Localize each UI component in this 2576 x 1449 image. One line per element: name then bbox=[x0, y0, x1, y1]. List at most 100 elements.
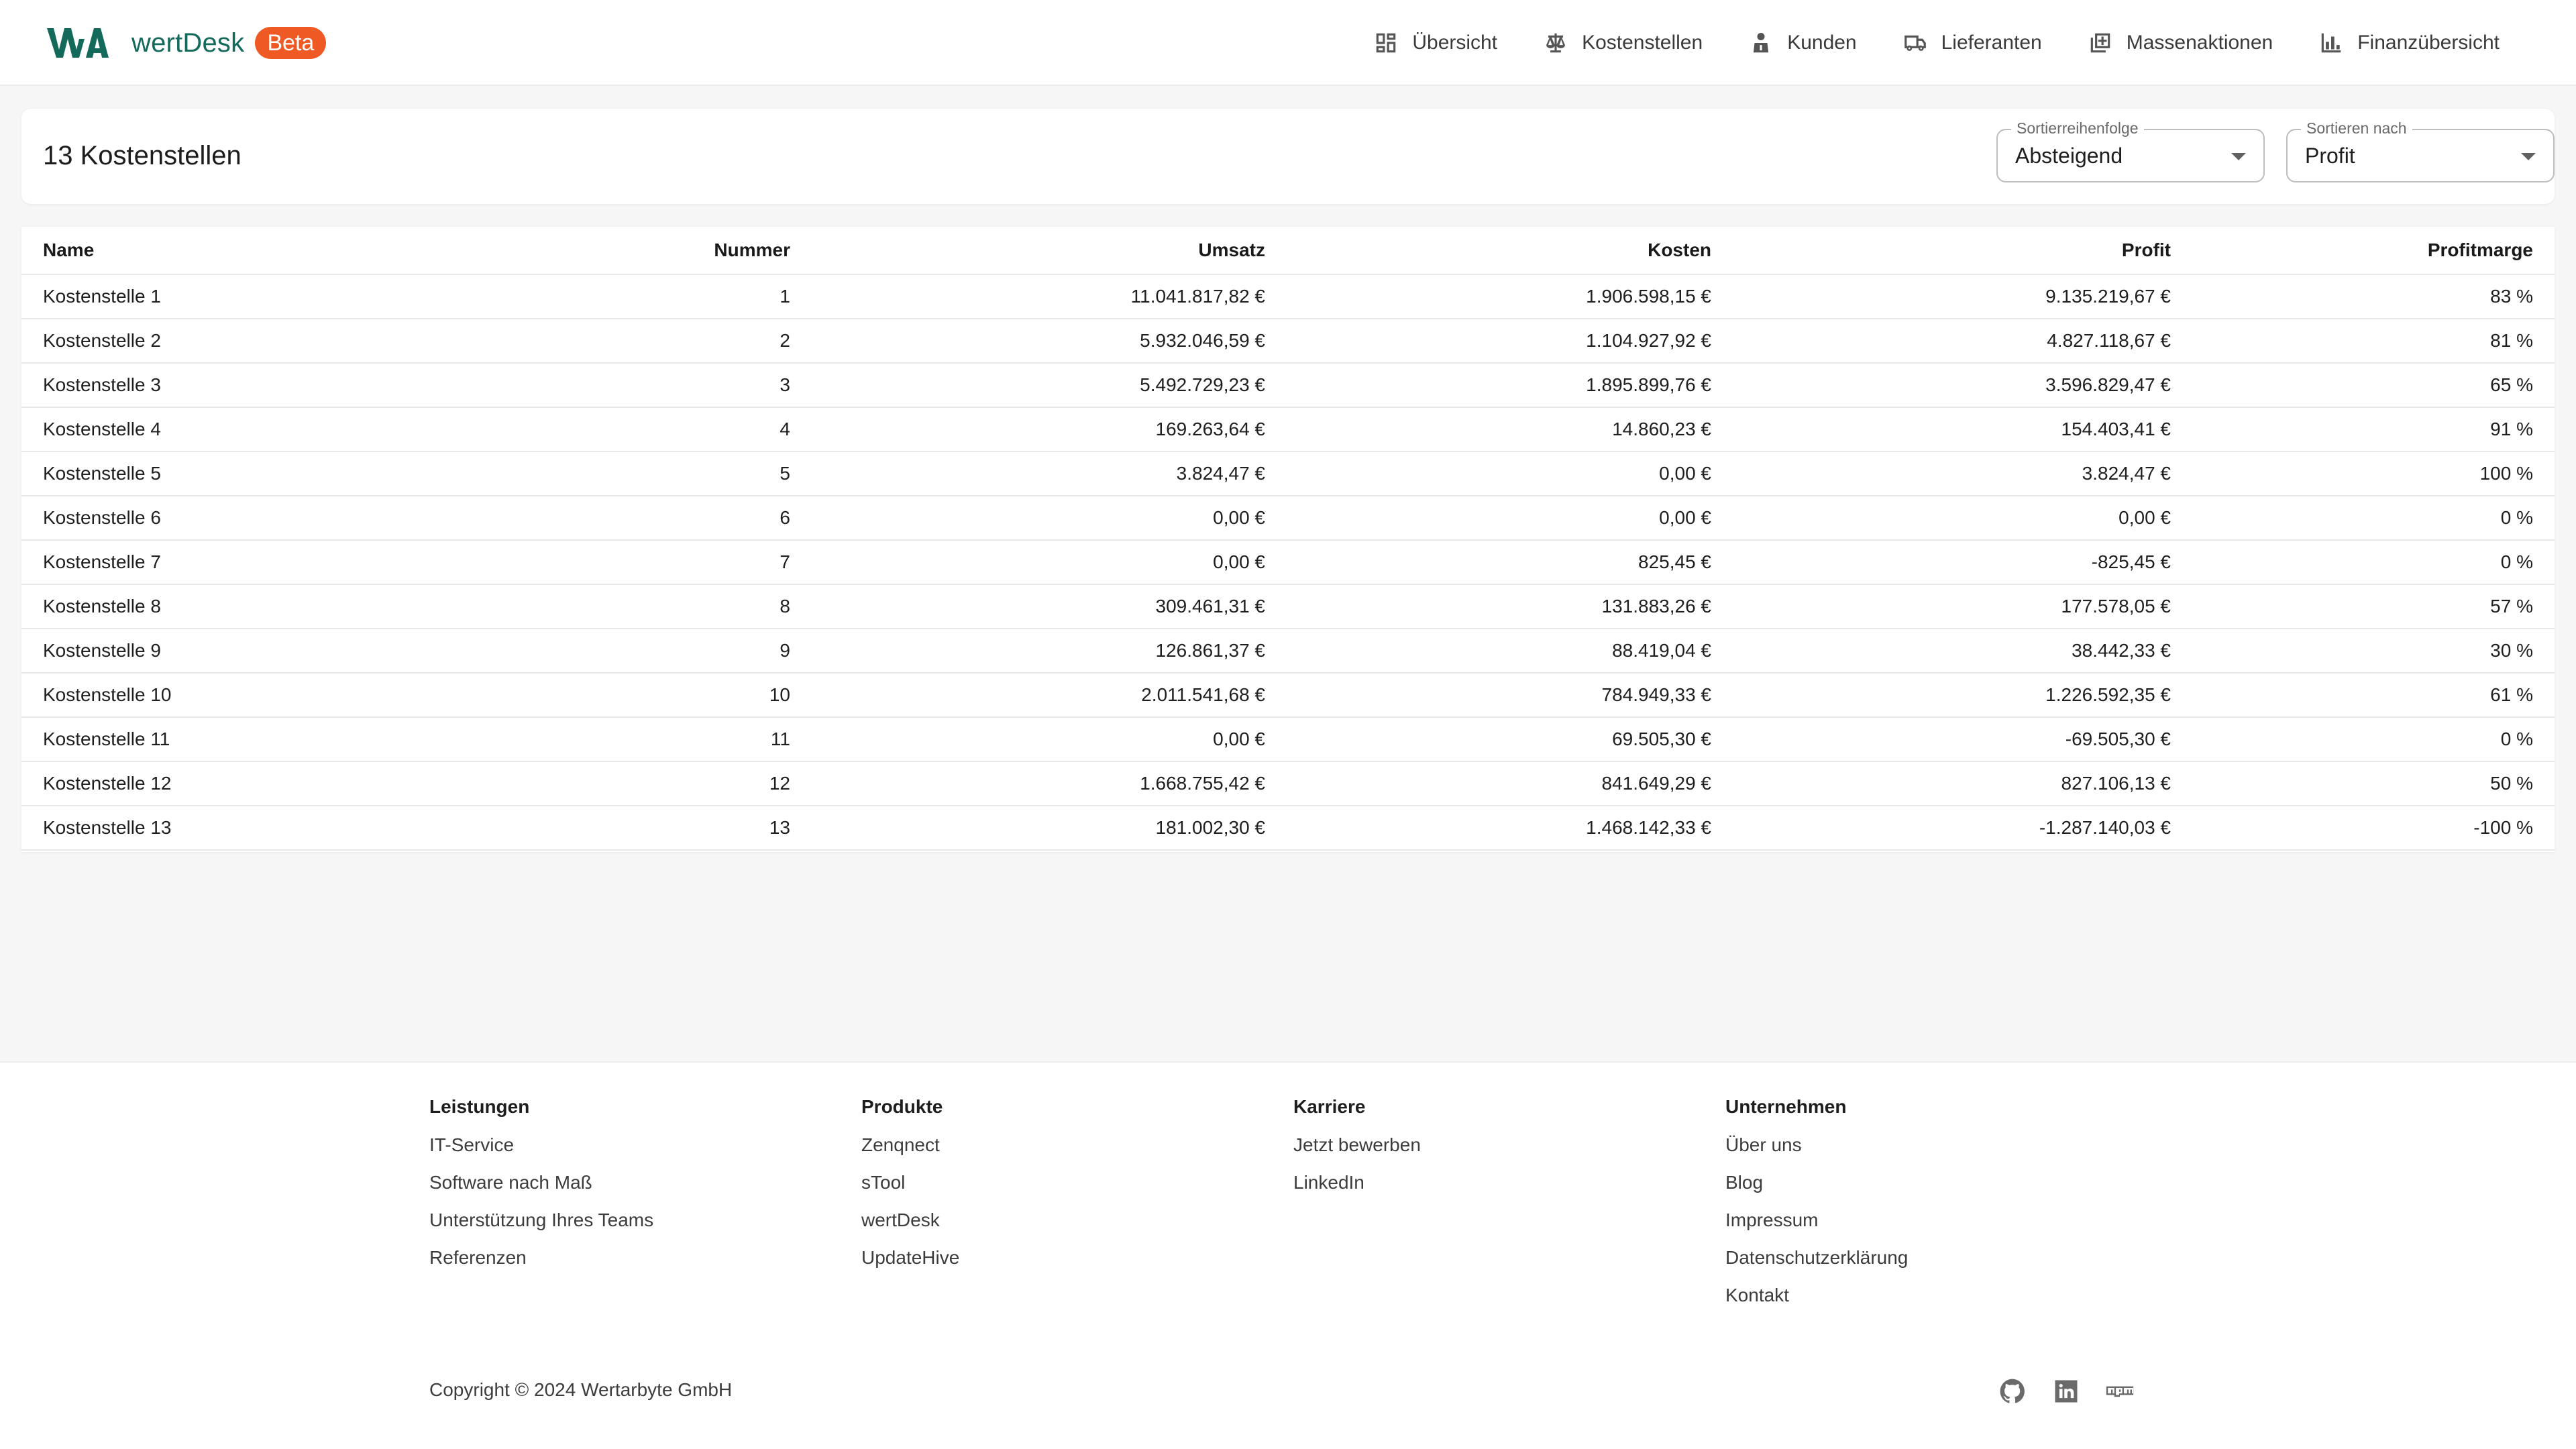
footer-column-title: Leistungen bbox=[429, 1096, 530, 1117]
footer-column-leistungen: Leistungen IT-Service Software nach Maß … bbox=[429, 1096, 653, 1284]
footer-link[interactable]: Unterstützung Ihres Teams bbox=[429, 1209, 653, 1246]
column-header-name[interactable]: Name bbox=[43, 227, 94, 274]
cell-profit: -69.505,30 € bbox=[2065, 729, 2171, 749]
footer-link[interactable]: Zenqnect bbox=[861, 1134, 959, 1171]
nav-label: Kostenstellen bbox=[1582, 32, 1703, 54]
cell-umsatz: 3.824,47 € bbox=[1176, 463, 1265, 484]
table-row[interactable]: Kostenstelle 1 1 11.041.817,82 € 1.906.598,… bbox=[21, 275, 2555, 319]
cell-umsatz: 0,00 € bbox=[1213, 729, 1265, 749]
footer-column-title: Karriere bbox=[1293, 1096, 1366, 1117]
table-row[interactable]: Kostenstelle 10 10 2.011.541,68 € 784.949,3… bbox=[21, 674, 2555, 718]
column-header-profit[interactable]: Profit bbox=[2122, 227, 2171, 274]
footer-link[interactable]: Referenzen bbox=[429, 1246, 653, 1284]
cell-nummer: 2 bbox=[780, 330, 790, 351]
cell-profit: 827.106,13 € bbox=[2061, 773, 2171, 794]
nav-item-kostenstellen[interactable]: Kostenstellen bbox=[1520, 16, 1725, 70]
sort-order-label: Sortierreihenfolge bbox=[2011, 119, 2144, 138]
nav-label: Lieferanten bbox=[1941, 32, 2042, 54]
cell-kosten: 0,00 € bbox=[1659, 463, 1711, 484]
footer-column-karriere: Karriere Jetzt bewerben LinkedIn bbox=[1293, 1096, 1421, 1209]
footer-link[interactable]: Datenschutzerklärung bbox=[1725, 1246, 1908, 1284]
cell-profit: 177.578,05 € bbox=[2061, 596, 2171, 616]
footer-link[interactable]: Software nach Maß bbox=[429, 1171, 653, 1209]
cell-nummer: 5 bbox=[780, 463, 790, 484]
truck-icon bbox=[1904, 35, 1926, 51]
cell-profit: -825,45 € bbox=[2091, 551, 2171, 572]
footer-column-title: Unternehmen bbox=[1725, 1096, 1847, 1117]
nav-item-massenaktionen[interactable]: Massenaktionen bbox=[2065, 16, 2296, 70]
cell-name: Kostenstelle 5 bbox=[43, 463, 161, 484]
cell-umsatz: 1.668.755,42 € bbox=[1140, 773, 1265, 794]
cell-nummer: 11 bbox=[770, 729, 790, 749]
footer-column-produkte: Produkte Zenqnect sTool wertDesk UpdateH… bbox=[861, 1096, 959, 1284]
table-row[interactable]: Kostenstelle 4 4 169.263,64 € 14.860,23 € 15… bbox=[21, 408, 2555, 452]
table-row[interactable]: Kostenstelle 12 12 1.668.755,42 € 841.649,2… bbox=[21, 762, 2555, 806]
table-row[interactable]: Kostenstelle 11 11 0,00 € 69.505,30 € -69.50… bbox=[21, 718, 2555, 762]
sort-by-select[interactable]: Sortieren nach Profit bbox=[2286, 119, 2555, 182]
cell-nummer: 13 bbox=[769, 817, 790, 838]
column-header-kosten[interactable]: Kosten bbox=[1648, 227, 1711, 274]
table-row[interactable]: Kostenstelle 3 3 5.492.729,23 € 1.895.899,7… bbox=[21, 364, 2555, 408]
cell-kosten: 88.419,04 € bbox=[1612, 640, 1711, 661]
table-row[interactable]: Kostenstelle 8 8 309.461,31 € 131.883,26 € 1… bbox=[21, 585, 2555, 629]
cell-profitmarge: 61 % bbox=[2490, 684, 2533, 705]
cell-umsatz: 11.041.817,82 € bbox=[1130, 286, 1265, 307]
cell-name: Kostenstelle 8 bbox=[43, 596, 161, 616]
cell-profit: 9.135.219,67 € bbox=[2045, 286, 2171, 307]
main-nav: Übersicht Kostenstellen Kunden Lieferant… bbox=[1350, 0, 2522, 86]
cell-profitmarge: 91 % bbox=[2490, 419, 2533, 439]
nav-item-lieferanten[interactable]: Lieferanten bbox=[1880, 16, 2065, 70]
github-link[interactable] bbox=[1998, 1377, 2027, 1406]
footer-link[interactable]: Jetzt bewerben bbox=[1293, 1134, 1421, 1171]
cell-profit: 154.403,41 € bbox=[2061, 419, 2171, 439]
cell-kosten: 784.949,33 € bbox=[1601, 684, 1712, 705]
npm-link[interactable] bbox=[2105, 1377, 2135, 1406]
linkedin-icon bbox=[2055, 1380, 2078, 1403]
sort-by-value: Profit bbox=[2305, 144, 2355, 168]
nav-item-kunden[interactable]: Kunden bbox=[1725, 16, 1879, 70]
table-row[interactable]: Kostenstelle 6 6 0,00 € 0,00 € 0,00 € 0 % bbox=[21, 496, 2555, 541]
cost-center-table: Name Nummer Umsatz Kosten Profit Profitm… bbox=[21, 227, 2555, 852]
table-row[interactable]: Kostenstelle 5 5 3.824,47 € 0,00 € 3.824,47 … bbox=[21, 452, 2555, 496]
cell-nummer: 4 bbox=[780, 419, 790, 439]
cell-nummer: 7 bbox=[780, 551, 790, 572]
npm-icon bbox=[2106, 1386, 2134, 1397]
nav-item-finanzuebersicht[interactable]: Finanzübersicht bbox=[2296, 16, 2522, 70]
footer-link[interactable]: Impressum bbox=[1725, 1209, 1908, 1246]
footer-link[interactable]: wertDesk bbox=[861, 1209, 959, 1246]
cell-profitmarge: 81 % bbox=[2490, 330, 2533, 351]
footer-link[interactable]: Über uns bbox=[1725, 1134, 1908, 1171]
cell-kosten: 841.649,29 € bbox=[1601, 773, 1712, 794]
chevron-down-icon bbox=[2521, 153, 2536, 160]
table-row[interactable]: Kostenstelle 2 2 5.932.046,59 € 1.104.927,9… bbox=[21, 319, 2555, 364]
column-header-profitmarge[interactable]: Profitmarge bbox=[2428, 227, 2533, 274]
cell-name: Kostenstelle 3 bbox=[43, 374, 161, 395]
sort-order-select[interactable]: Sortierreihenfolge Absteigend bbox=[1996, 119, 2265, 182]
footer-link[interactable]: IT-Service bbox=[429, 1134, 653, 1171]
nav-item-uebersicht[interactable]: Übersicht bbox=[1350, 16, 1520, 70]
cell-nummer: 6 bbox=[780, 507, 790, 528]
cell-umsatz: 0,00 € bbox=[1213, 551, 1265, 572]
footer-link[interactable]: Kontakt bbox=[1725, 1284, 1908, 1322]
footer-link[interactable]: sTool bbox=[861, 1171, 959, 1209]
nav-label: Massenaktionen bbox=[2126, 32, 2273, 54]
linkedin-link[interactable] bbox=[2051, 1377, 2081, 1406]
footer-link[interactable]: UpdateHive bbox=[861, 1246, 959, 1284]
brand[interactable]: wertDesk Beta bbox=[44, 23, 327, 63]
table-row[interactable]: Kostenstelle 7 7 0,00 € 825,45 € -825,45 € 0 … bbox=[21, 541, 2555, 585]
cell-name: Kostenstelle 2 bbox=[43, 330, 161, 351]
sort-order-value: Absteigend bbox=[2015, 144, 2123, 168]
table-row[interactable]: Kostenstelle 9 9 126.861,37 € 88.419,04 € 38… bbox=[21, 629, 2555, 674]
title-card: 13 Kostenstellen Sortierreihenfolge Abst… bbox=[21, 109, 2555, 204]
footer-link[interactable]: Blog bbox=[1725, 1171, 1908, 1209]
column-header-nummer[interactable]: Nummer bbox=[714, 227, 790, 274]
table-row[interactable]: Kostenstelle 13 13 181.002,30 € 1.468.142,3… bbox=[21, 806, 2555, 851]
cell-kosten: 1.104.927,92 € bbox=[1586, 330, 1711, 351]
cell-nummer: 12 bbox=[769, 773, 790, 794]
cell-nummer: 1 bbox=[780, 286, 790, 307]
footer-link[interactable]: LinkedIn bbox=[1293, 1171, 1421, 1209]
copyright-text: Copyright © 2024 Wertarbyte GmbH bbox=[429, 1379, 733, 1400]
cell-profitmarge: 30 % bbox=[2490, 640, 2533, 661]
page-title: 13 Kostenstellen bbox=[43, 141, 241, 170]
column-header-umsatz[interactable]: Umsatz bbox=[1198, 227, 1265, 274]
